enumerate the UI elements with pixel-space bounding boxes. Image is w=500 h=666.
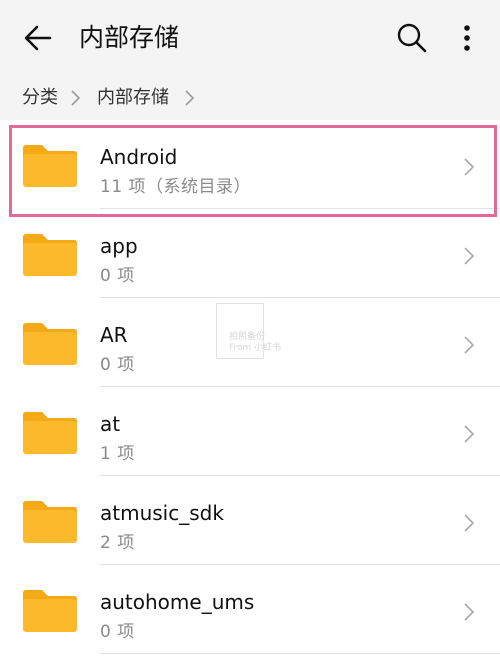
top-app-bar: 内部存储 bbox=[0, 0, 500, 76]
file-name: atmusic_sdk bbox=[100, 501, 224, 525]
folder-icon bbox=[21, 322, 79, 366]
folder-icon bbox=[21, 589, 79, 633]
file-name: at bbox=[100, 412, 121, 436]
back-button[interactable] bbox=[20, 20, 56, 56]
file-meta: 0 项 bbox=[100, 622, 135, 642]
folder-icon bbox=[21, 411, 79, 455]
chevron-right-icon bbox=[462, 156, 476, 178]
page-title: 内部存储 bbox=[79, 23, 180, 52]
chevron-right-icon bbox=[462, 423, 476, 445]
breadcrumb: 分类 内部存储 bbox=[0, 76, 500, 120]
chevron-right-icon bbox=[182, 88, 196, 108]
list-item[interactable]: atmusic_sdk 2 项 bbox=[0, 476, 500, 565]
chevron-right-icon bbox=[68, 88, 82, 108]
file-meta: 1 项 bbox=[100, 444, 135, 464]
file-name: Android bbox=[100, 145, 178, 169]
chevron-right-icon bbox=[462, 334, 476, 356]
list-item[interactable]: Android 11 项（系统目录） bbox=[0, 120, 500, 209]
folder-icon bbox=[21, 233, 79, 277]
folder-icon bbox=[21, 500, 79, 544]
chevron-right-icon bbox=[462, 245, 476, 267]
watermark: 拍照备份 From 小红书 bbox=[229, 332, 281, 354]
more-vertical-icon bbox=[464, 25, 470, 51]
file-list: Android 11 项（系统目录） app 0 项 AR 0 项 at 1 项… bbox=[0, 120, 500, 666]
folder-icon bbox=[21, 144, 79, 188]
list-item[interactable]: at 1 项 bbox=[0, 387, 500, 476]
search-icon bbox=[397, 23, 427, 53]
breadcrumb-item-category[interactable]: 分类 bbox=[22, 83, 58, 113]
breadcrumb-item-internal-storage[interactable]: 内部存储 bbox=[97, 83, 169, 113]
search-button[interactable] bbox=[394, 20, 430, 56]
list-item[interactable]: app 0 项 bbox=[0, 209, 500, 298]
file-meta: 0 项 bbox=[100, 266, 135, 286]
file-meta: 0 项 bbox=[100, 355, 135, 375]
watermark-line: 拍照备份 bbox=[229, 332, 266, 342]
arrow-left-icon bbox=[24, 25, 52, 51]
file-name: app bbox=[100, 234, 138, 258]
chevron-right-icon bbox=[462, 512, 476, 534]
file-name: autohome_ums bbox=[100, 590, 255, 614]
chevron-right-icon bbox=[462, 601, 476, 623]
watermark-line: From 小红书 bbox=[229, 343, 282, 353]
file-meta: 2 项 bbox=[100, 533, 135, 553]
file-meta: 11 项（系统目录） bbox=[100, 177, 252, 197]
list-item[interactable]: autohome_ums 0 项 bbox=[0, 565, 500, 654]
more-options-button[interactable] bbox=[452, 20, 482, 56]
divider bbox=[100, 653, 500, 654]
file-name: AR bbox=[100, 323, 128, 347]
